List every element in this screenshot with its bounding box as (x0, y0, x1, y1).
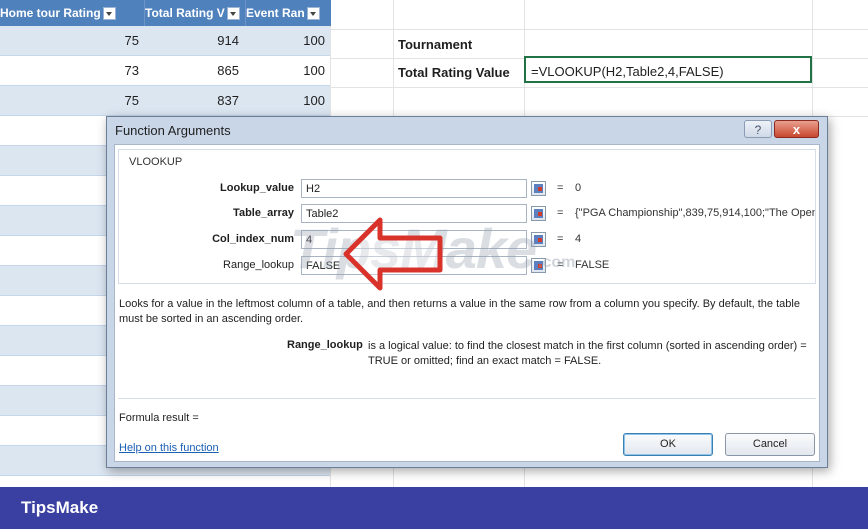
function-name: VLOOKUP (129, 156, 183, 168)
help-on-function-link[interactable]: Help on this function (119, 442, 219, 454)
filter-dropdown-icon[interactable] (226, 7, 240, 21)
argument-description-name: Range_lookup (287, 339, 363, 351)
table-cell[interactable]: 73 (0, 56, 139, 85)
table-array-result: {"PGA Championship",839,75,914,100;"The … (575, 207, 815, 219)
divider (118, 398, 816, 399)
table-row[interactable]: 75 837 100 (0, 86, 330, 116)
formula-cell[interactable]: =VLOOKUP(H2,Table2,4,FALSE) (524, 56, 812, 83)
range-lookup-input[interactable]: FALSE (301, 256, 527, 275)
table-cell[interactable]: 100 (245, 26, 325, 55)
total-rating-label[interactable]: Total Rating Value (398, 65, 510, 80)
range-lookup-result: FALSE (575, 259, 610, 271)
column-header-event-rank[interactable]: Event Ran (245, 0, 331, 26)
cancel-button[interactable]: Cancel (725, 433, 815, 456)
arg-label-lookup-value: Lookup_value (220, 182, 294, 194)
lookup-value-input[interactable]: H2 (301, 179, 527, 198)
column-header-home-tour-rating[interactable]: Home tour Rating (0, 0, 144, 26)
close-icon[interactable]: x (774, 120, 819, 138)
arg-label-col-index-num: Col_index_num (212, 233, 294, 245)
brand-banner: TipsMake (0, 487, 868, 529)
equals-sign: = (557, 233, 564, 245)
range-select-icon[interactable] (531, 181, 546, 196)
table-row[interactable]: 73 865 100 (0, 56, 330, 86)
ok-button[interactable]: OK (623, 433, 713, 456)
table-cell[interactable]: 100 (245, 86, 325, 115)
table-cell[interactable]: 75 (0, 86, 139, 115)
dialog-title: Function Arguments (115, 123, 231, 138)
column-header-label: Event Ran (246, 6, 305, 20)
col-index-num-result: 4 (575, 233, 582, 245)
formula-result: Formula result = (119, 412, 199, 424)
function-arguments-dialog: Function Arguments ? x VLOOKUP Lookup_va… (106, 116, 828, 468)
column-header-total-rating[interactable]: Total Rating V (144, 0, 245, 26)
range-select-icon[interactable] (531, 258, 546, 273)
table-cell[interactable]: 837 (144, 86, 239, 115)
arguments-group: VLOOKUP Lookup_value H2 = 0 Table_array … (118, 149, 816, 284)
argument-description: is a logical value: to find the closest … (368, 340, 807, 367)
table-cell[interactable]: 75 (0, 26, 139, 55)
function-description: Looks for a value in the leftmost column… (119, 298, 800, 325)
arg-label-range-lookup: Range_lookup (223, 259, 294, 271)
table-cell[interactable]: 914 (144, 26, 239, 55)
equals-sign: = (557, 259, 564, 271)
arg-label-table-array: Table_array (233, 207, 294, 219)
filter-dropdown-icon[interactable] (102, 7, 116, 21)
lookup-value-result: 0 (575, 182, 582, 194)
grid-line (330, 87, 868, 88)
table-row[interactable]: 75 914 100 (0, 26, 330, 56)
range-select-icon[interactable] (531, 206, 546, 221)
tournament-label[interactable]: Tournament (398, 37, 472, 52)
table-cell[interactable]: 100 (245, 56, 325, 85)
equals-sign: = (557, 207, 564, 219)
table-cell[interactable]: 865 (144, 56, 239, 85)
range-select-icon[interactable] (531, 232, 546, 247)
table-array-input[interactable]: Table2 (301, 204, 527, 223)
help-icon[interactable]: ? (744, 120, 772, 138)
column-header-label: Total Rating V (145, 6, 225, 20)
filter-dropdown-icon[interactable] (306, 7, 320, 21)
dialog-body: VLOOKUP Lookup_value H2 = 0 Table_array … (114, 144, 820, 462)
col-index-num-input[interactable]: 4 (301, 230, 527, 249)
grid-line (330, 29, 868, 30)
column-header-label: Home tour Rating (0, 6, 101, 20)
brand-label: TipsMake (21, 498, 99, 517)
equals-sign: = (557, 182, 564, 194)
